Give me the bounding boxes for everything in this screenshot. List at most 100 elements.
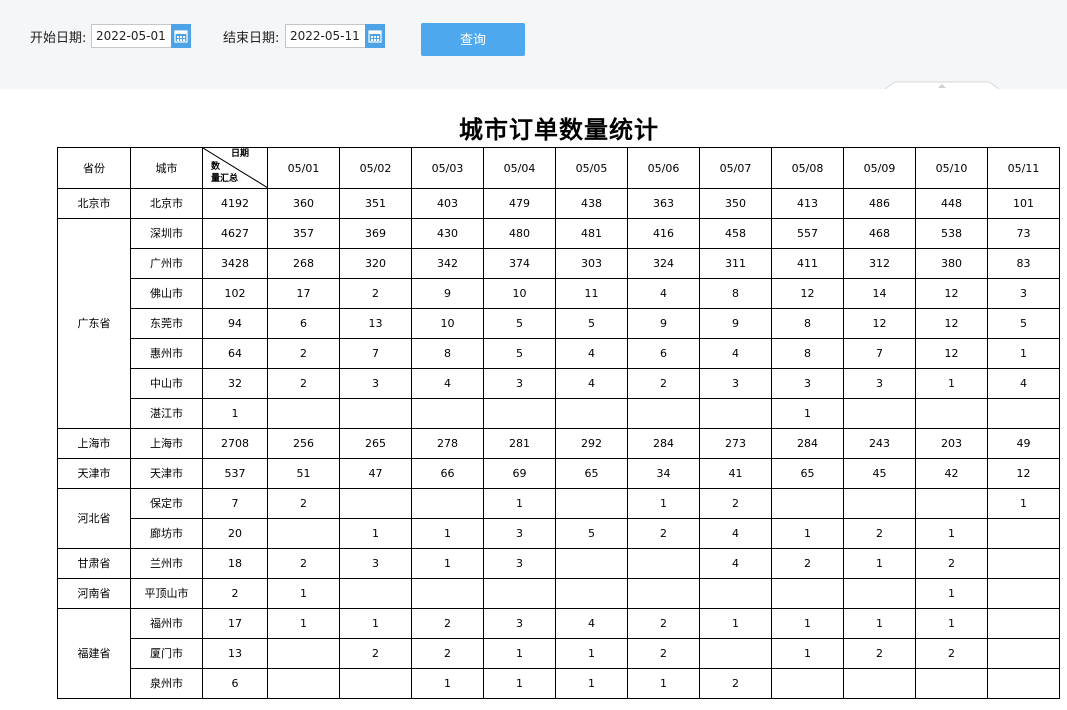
city-cell: 厦门市 [130,638,203,669]
calendar-icon[interactable] [365,24,385,48]
value-cell: 4 [555,368,628,399]
value-cell: 65 [555,458,628,489]
total-cell: 17 [202,608,268,639]
value-cell: 1 [915,368,988,399]
value-cell: 2 [699,488,772,519]
start-date-value[interactable]: 2022-05-01 [96,29,166,44]
value-cell: 34 [627,458,700,489]
value-cell: 1 [771,518,844,549]
value-cell: 486 [843,188,916,219]
value-cell: 411 [771,248,844,279]
query-button[interactable]: 查询 [421,23,525,56]
value-cell: 9 [627,308,700,339]
header-date: 05/08 [771,147,844,189]
value-cell: 416 [627,218,700,249]
total-cell: 2 [202,578,268,609]
value-cell: 480 [483,218,556,249]
value-cell [339,398,412,429]
report-title: 城市订单数量统计 [459,116,659,144]
start-date-input[interactable]: 2022-05-01 [91,24,191,48]
value-cell: 303 [555,248,628,279]
value-cell: 350 [699,188,772,219]
table-row: 广州市 3428 268 320 342 374 303 324 311 411 312 380 83 [58,248,1060,279]
value-cell: 284 [627,428,700,459]
total-cell: 20 [202,518,268,549]
value-cell [771,668,844,699]
value-cell: 438 [555,188,628,219]
value-cell: 4 [555,338,628,369]
value-cell: 1 [771,638,844,669]
value-cell: 3 [483,608,556,639]
total-cell: 6 [202,668,268,699]
province-cell: 甘肃省 [57,548,131,579]
header-corner-count: 数 [211,162,221,172]
table-row: 东莞市 94 6 13 10 5 5 9 9 8 12 12 5 [58,308,1060,339]
table-header-row: 省份 城市 日期 数 量汇总 05/01 05/02 05/03 05/04 05/05… [57,147,1060,189]
value-cell: 3 [843,368,916,399]
value-cell: 47 [339,458,412,489]
value-cell: 42 [915,458,988,489]
value-cell: 413 [771,188,844,219]
value-cell: 1 [699,608,772,639]
value-cell: 1 [267,608,340,639]
city-cell: 上海市 [130,428,203,459]
value-cell: 458 [699,218,772,249]
total-cell: 7 [202,488,268,519]
total-cell: 18 [202,548,268,579]
header-date: 05/03 [411,147,484,189]
city-cell: 深圳市 [130,218,203,249]
value-cell: 4 [987,368,1060,399]
value-cell: 2 [843,518,916,549]
end-date-value[interactable]: 2022-05-11 [290,29,360,44]
value-cell: 1 [483,638,556,669]
province-cell: 北京市 [57,188,131,219]
value-cell: 7 [339,338,412,369]
value-cell [267,638,340,669]
value-cell: 4 [699,548,772,579]
value-cell: 468 [843,218,916,249]
value-cell: 1 [627,668,700,699]
value-cell [699,398,772,429]
value-cell: 3 [771,368,844,399]
value-cell: 8 [771,338,844,369]
value-cell: 369 [339,218,412,249]
value-cell: 2 [339,278,412,309]
value-cell: 1 [411,518,484,549]
value-cell: 374 [483,248,556,279]
value-cell [267,398,340,429]
collapse-tab-icon[interactable] [884,81,1000,89]
value-cell: 1 [915,518,988,549]
value-cell: 10 [411,308,484,339]
filter-toolbar: 开始日期: 2022-05-01 结束日期: 2022-05-11 查询 [0,0,1067,89]
value-cell: 2 [627,518,700,549]
value-cell: 1 [771,398,844,429]
value-cell [987,578,1060,609]
value-cell: 73 [987,218,1060,249]
total-cell: 4627 [202,218,268,249]
city-cell: 泉州市 [130,668,203,699]
calendar-icon[interactable] [171,24,191,48]
value-cell [627,398,700,429]
value-cell: 2 [771,548,844,579]
value-cell: 12 [915,338,988,369]
city-cell: 北京市 [130,188,203,219]
value-cell [411,398,484,429]
value-cell: 5 [987,308,1060,339]
value-cell: 311 [699,248,772,279]
value-cell: 1 [843,548,916,579]
value-cell: 1 [915,578,988,609]
value-cell: 2 [267,488,340,519]
end-date-input[interactable]: 2022-05-11 [285,24,385,48]
table-row: 北京市 北京市 4192 360 351 403 479 438 363 350 413 486 448… [57,188,1060,219]
value-cell: 11 [555,278,628,309]
value-cell: 2 [627,608,700,639]
value-cell [987,638,1060,669]
value-cell: 479 [483,188,556,219]
value-cell [843,488,916,519]
value-cell: 5 [555,308,628,339]
city-cell: 惠州市 [130,338,203,369]
header-date: 05/05 [555,147,628,189]
value-cell: 12 [771,278,844,309]
value-cell: 2 [699,668,772,699]
value-cell: 5 [483,338,556,369]
